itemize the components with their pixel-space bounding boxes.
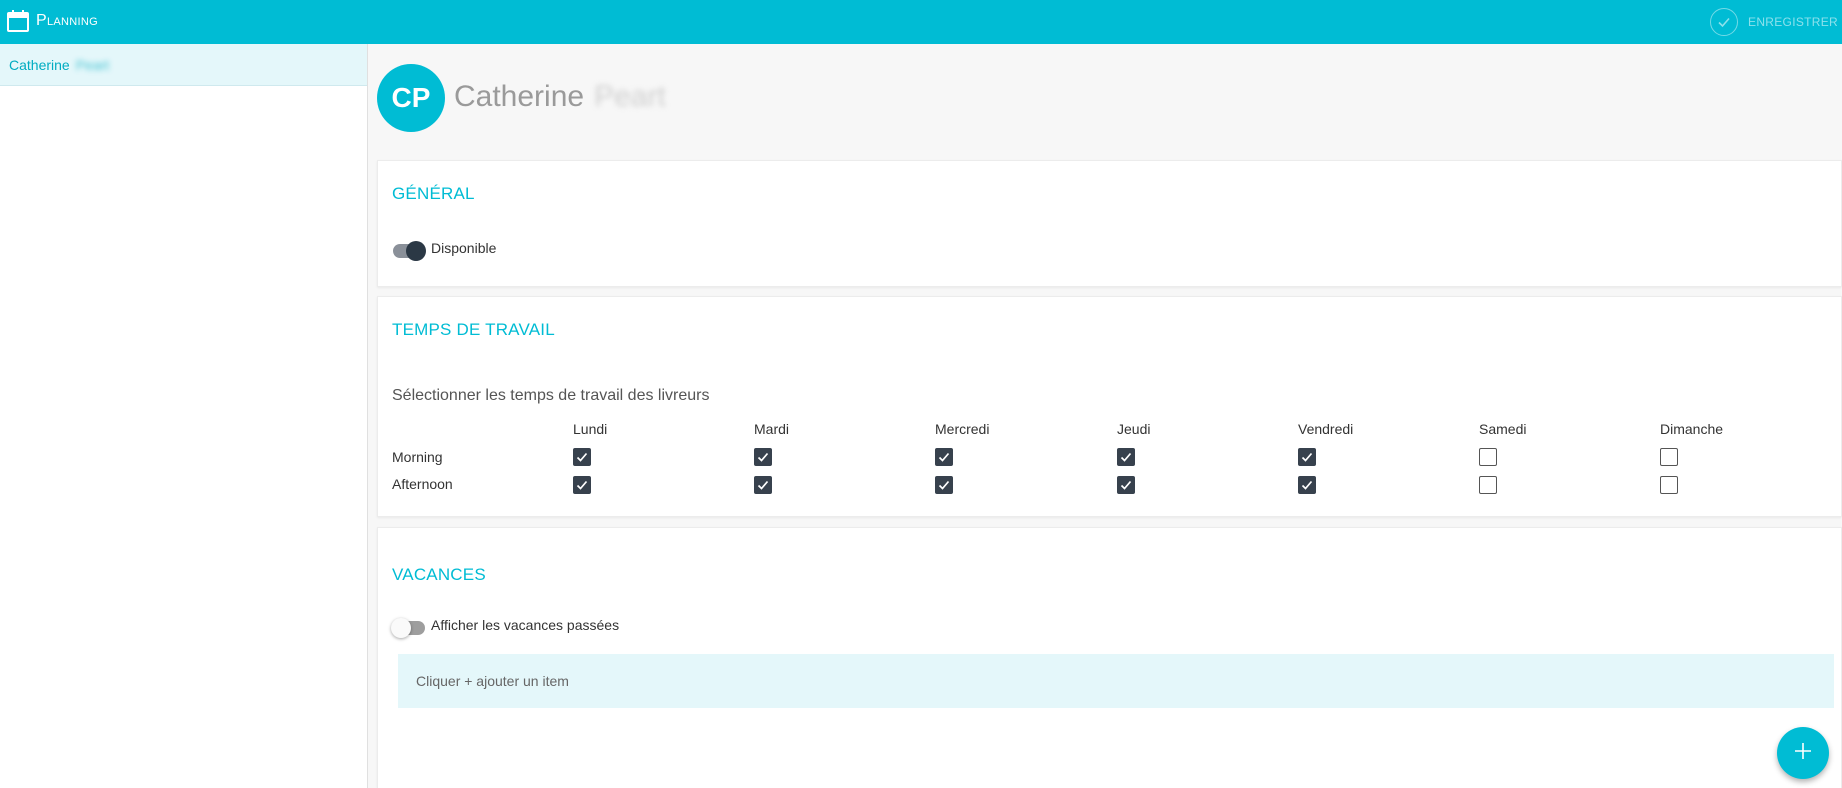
general-card: GÉNÉRAL Disponible (377, 160, 1842, 287)
checkbox-afternoon-lundi[interactable] (573, 476, 591, 494)
row-label-morning: Morning (392, 449, 443, 465)
checkbox-morning-mardi[interactable] (754, 448, 772, 466)
row-label-afternoon: Afternoon (392, 476, 453, 492)
available-toggle[interactable] (393, 241, 426, 261)
top-app-bar: Planning ENREGISTRER (0, 0, 1842, 44)
calendar-icon (7, 10, 29, 32)
checkbox-afternoon-mercredi[interactable] (935, 476, 953, 494)
day-header-vendredi: Vendredi (1298, 421, 1354, 437)
person-first-name: Catherine (454, 80, 585, 113)
person-last-name: Peart (594, 80, 666, 113)
available-label: Disponible (431, 240, 497, 256)
avatar: CP (377, 64, 445, 132)
sidebar-item-last-name: Peart (75, 56, 110, 73)
save-label: ENREGISTRER (1748, 15, 1838, 29)
checkbox-afternoon-samedi[interactable] (1479, 476, 1497, 494)
holidays-title: VACANCES (392, 565, 486, 584)
day-header-jeudi: Jeudi (1117, 421, 1151, 437)
checkbox-afternoon-mardi[interactable] (754, 476, 772, 494)
worktime-card: TEMPS DE TRAVAIL Sélectionner les temps … (377, 296, 1842, 517)
day-header-lundi: Lundi (573, 421, 608, 437)
day-header-dimanche: Dimanche (1660, 421, 1724, 437)
check-circle-icon (1710, 8, 1739, 36)
empty-holidays-text: Cliquer + ajouter un item (416, 673, 569, 689)
worktime-title: TEMPS DE TRAVAIL (392, 320, 555, 339)
checkbox-afternoon-jeudi[interactable] (1117, 476, 1135, 494)
day-header-mercredi: Mercredi (935, 421, 990, 437)
checkbox-morning-dimanche[interactable] (1660, 448, 1678, 466)
holidays-card: VACANCES Afficher les vacances passées C… (377, 527, 1842, 788)
checkbox-morning-jeudi[interactable] (1117, 448, 1135, 466)
general-title: GÉNÉRAL (392, 184, 475, 203)
empty-holidays-placeholder: Cliquer + ajouter un item (398, 654, 1834, 708)
day-header-samedi: Samedi (1479, 421, 1527, 437)
sidebar: Catherine Peart (0, 44, 368, 788)
save-button[interactable]: ENREGISTRER (1710, 7, 1842, 37)
add-holiday-button[interactable] (1777, 727, 1829, 779)
person-name: Catherine Peart (454, 80, 666, 114)
app-title: Planning (36, 12, 98, 29)
show-past-holidays-label: Afficher les vacances passées (431, 617, 620, 633)
checkbox-morning-samedi[interactable] (1479, 448, 1497, 466)
sidebar-item-person[interactable]: Catherine Peart (0, 44, 367, 86)
checkbox-afternoon-vendredi[interactable] (1298, 476, 1316, 494)
day-header-mardi: Mardi (754, 421, 790, 437)
checkbox-morning-vendredi[interactable] (1298, 448, 1316, 466)
sidebar-item-first-name: Catherine (9, 56, 70, 73)
show-past-holidays-toggle[interactable] (391, 618, 425, 638)
worktime-subtitle: Sélectionner les temps de travail des li… (392, 387, 710, 404)
checkbox-afternoon-dimanche[interactable] (1660, 476, 1678, 494)
checkbox-morning-lundi[interactable] (573, 448, 591, 466)
plus-icon (1794, 742, 1812, 765)
checkbox-morning-mercredi[interactable] (935, 448, 953, 466)
